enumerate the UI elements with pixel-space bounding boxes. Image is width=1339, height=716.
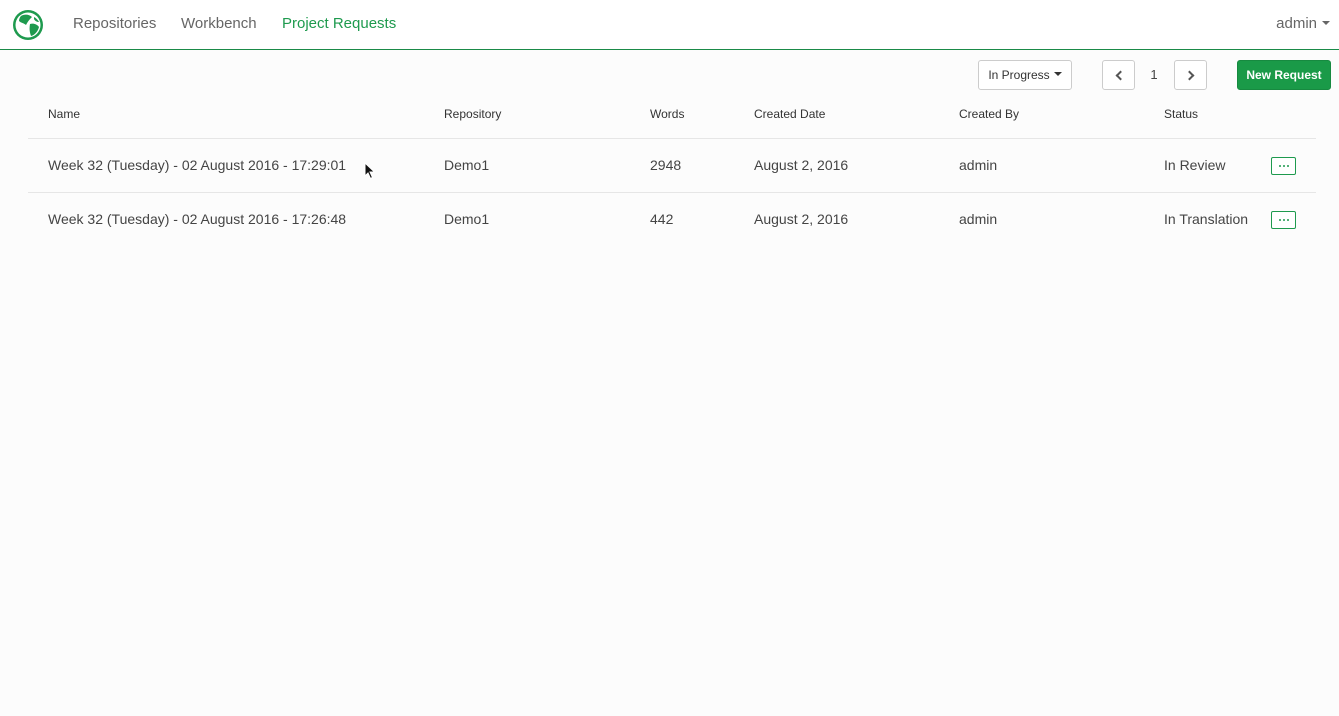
request-repository: Demo1 [444, 211, 490, 227]
request-status: In Review [1164, 157, 1226, 173]
nav-repositories[interactable]: Repositories [73, 15, 156, 32]
nav-project-requests[interactable]: Project Requests [282, 15, 396, 32]
column-header-repository: Repository [444, 107, 502, 121]
nav-workbench[interactable]: Workbench [181, 15, 257, 32]
top-navbar: Repositories Workbench Project Requests … [0, 0, 1339, 50]
request-created-date: August 2, 2016 [754, 211, 849, 227]
row-actions-button[interactable] [1271, 157, 1296, 175]
next-page-button[interactable] [1174, 60, 1207, 90]
column-header-words: Words [650, 107, 685, 121]
ellipsis-icon [1278, 219, 1289, 221]
mouse-cursor-icon [364, 162, 376, 180]
new-request-button[interactable]: New Request [1237, 60, 1331, 90]
user-menu[interactable]: admin [1276, 15, 1330, 32]
request-status: In Translation [1164, 211, 1249, 227]
column-header-status: Status [1164, 107, 1199, 121]
request-words: 442 [650, 211, 674, 227]
chevron-right-icon [1184, 70, 1194, 80]
previous-page-button[interactable] [1102, 60, 1135, 90]
ellipsis-icon [1278, 165, 1289, 167]
status-filter-dropdown[interactable]: In Progress [978, 60, 1072, 90]
table-divider [28, 138, 1316, 139]
request-name[interactable]: Week 32 (Tuesday) - 02 August 2016 - 17:… [48, 211, 346, 227]
request-name[interactable]: Week 32 (Tuesday) - 02 August 2016 - 17:… [48, 157, 346, 173]
request-words: 2948 [650, 157, 682, 173]
caret-down-icon [1322, 21, 1330, 26]
status-filter-label: In Progress [988, 68, 1050, 82]
request-created-by: admin [959, 211, 998, 227]
globe-logo-icon[interactable] [12, 9, 44, 41]
request-created-date: August 2, 2016 [754, 157, 849, 173]
row-actions-button[interactable] [1271, 211, 1296, 229]
column-header-created-by: Created By [959, 107, 1020, 121]
caret-down-icon [1053, 72, 1062, 76]
request-repository: Demo1 [444, 157, 490, 173]
page-number: 1 [1150, 67, 1158, 82]
request-created-by: admin [959, 157, 998, 173]
column-header-name: Name [48, 107, 81, 121]
chevron-left-icon [1115, 70, 1125, 80]
column-header-created-date: Created Date [754, 107, 826, 121]
table-divider [28, 192, 1316, 193]
user-name: admin [1276, 15, 1317, 32]
